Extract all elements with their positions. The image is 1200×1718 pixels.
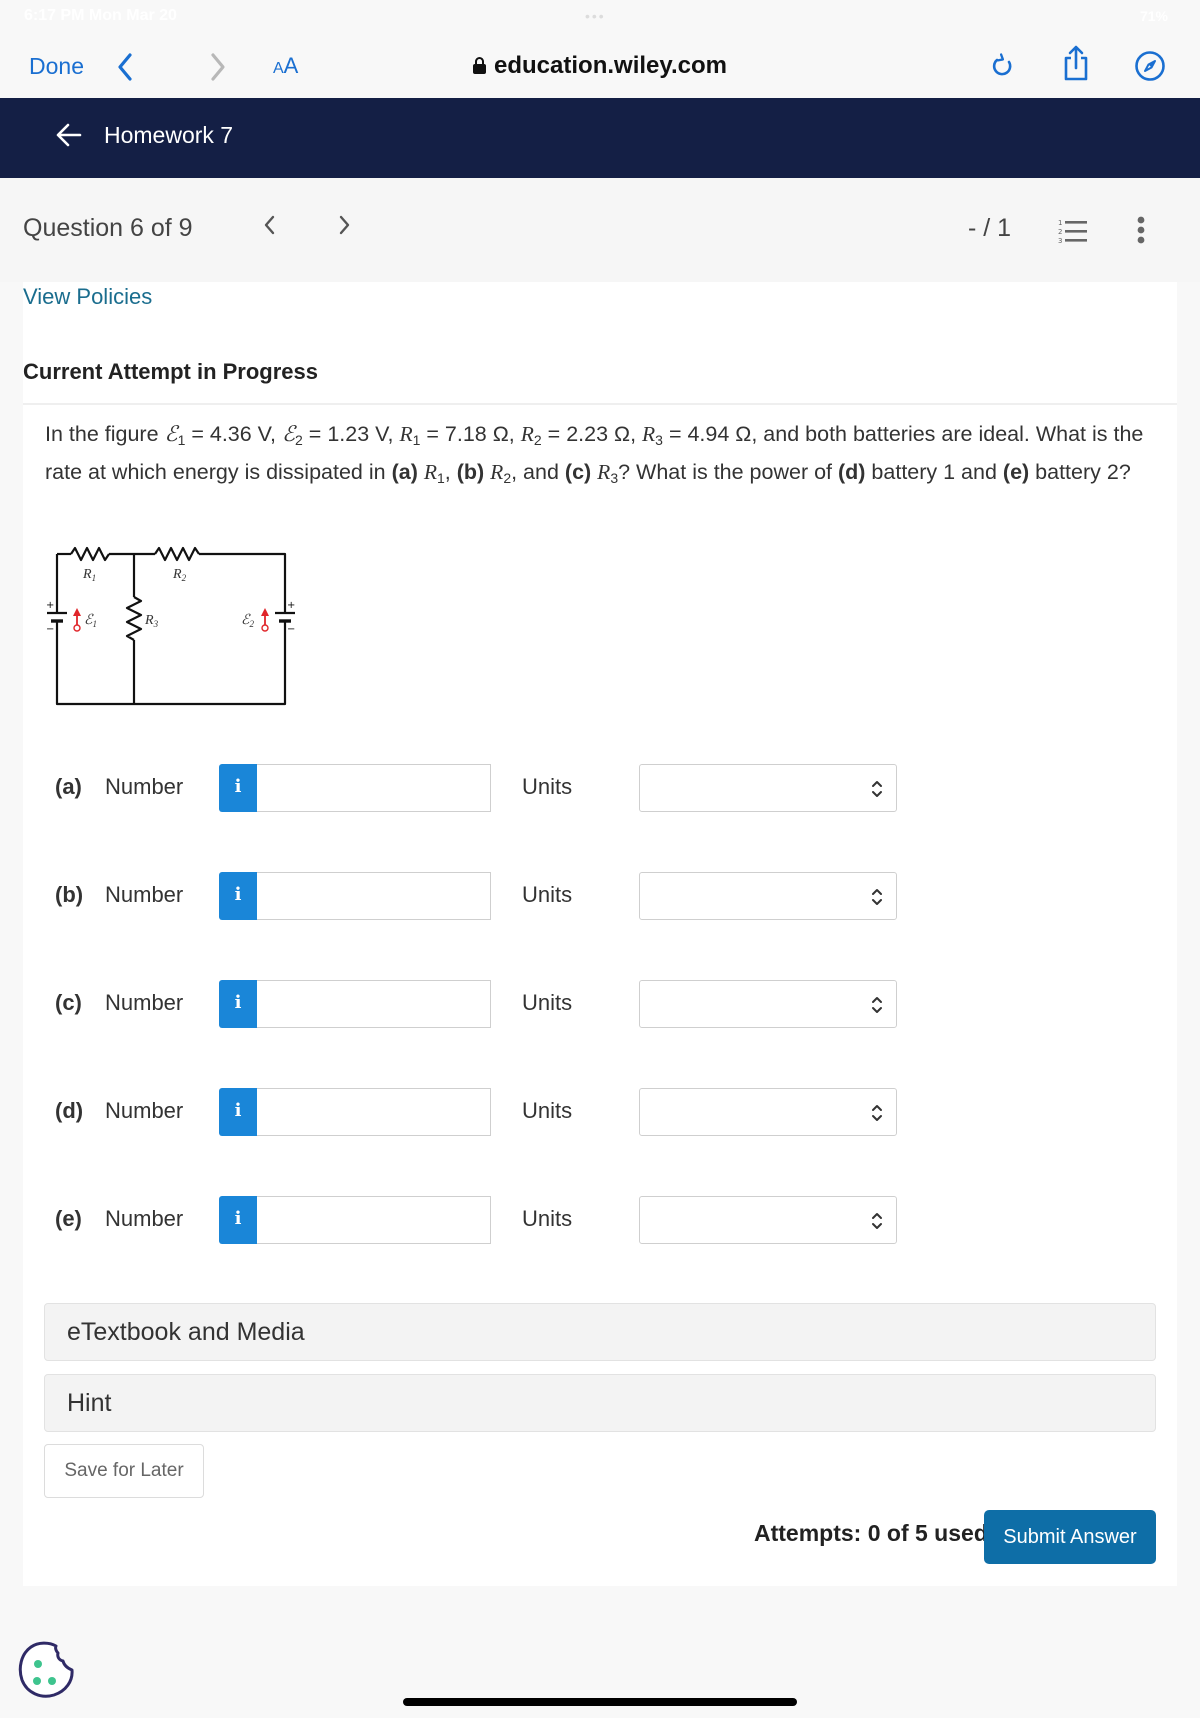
answer-row-b: (b) Number i Units bbox=[55, 872, 897, 920]
battery-1-minus: − bbox=[46, 624, 54, 635]
units-select-c[interactable] bbox=[639, 980, 897, 1028]
previous-question-button[interactable] bbox=[262, 214, 276, 243]
units-label: Units bbox=[522, 882, 573, 907]
cookie-icon[interactable] bbox=[16, 1640, 78, 1702]
submit-answer-button[interactable]: Submit Answer bbox=[984, 1510, 1156, 1564]
url-text: education.wiley.com bbox=[494, 52, 727, 79]
question-card: View Policies Current Attempt in Progres… bbox=[23, 282, 1177, 1586]
label-r3: R3 bbox=[144, 613, 159, 629]
question-score: - / 1 bbox=[968, 214, 1012, 242]
units-select-d[interactable] bbox=[639, 1088, 897, 1136]
wire-top-right bbox=[199, 552, 287, 612]
label-emf2: ℰ2 bbox=[241, 613, 254, 629]
info-icon[interactable]: i bbox=[219, 1196, 257, 1244]
arrow-left-icon[interactable] bbox=[56, 120, 82, 150]
number-input-c[interactable] bbox=[257, 980, 491, 1028]
attempts-counter: Attempts: 0 of 5 used bbox=[754, 1520, 988, 1546]
number-input-e[interactable] bbox=[257, 1196, 491, 1244]
answer-row-d: (d) Number i Units bbox=[55, 1088, 897, 1136]
answer-row-e: (e) Number i Units bbox=[55, 1196, 897, 1244]
part-label: (b) bbox=[55, 882, 84, 907]
divider bbox=[23, 403, 1177, 405]
select-arrows-icon bbox=[872, 1213, 882, 1229]
browser-toolbar: Done AA education.wiley.com bbox=[0, 34, 1200, 98]
part-label: (e) bbox=[55, 1206, 82, 1231]
battery-1-plus: + bbox=[46, 600, 54, 611]
answer-row-c: (c) Number i Units bbox=[55, 980, 897, 1028]
question-nav-bar: Question 6 of 9 - / 1 1 2 3 bbox=[0, 178, 1200, 282]
number-label: Number bbox=[105, 882, 184, 907]
wire-right-lower bbox=[55, 628, 287, 706]
more-vertical-icon[interactable] bbox=[1136, 216, 1146, 246]
next-question-button[interactable] bbox=[338, 214, 352, 243]
select-arrows-icon bbox=[872, 781, 882, 797]
units-label: Units bbox=[522, 990, 573, 1015]
units-label: Units bbox=[522, 774, 573, 799]
battery-2-plus: + bbox=[287, 600, 295, 611]
share-icon[interactable] bbox=[1060, 44, 1092, 82]
number-label: Number bbox=[105, 774, 184, 799]
units-select-e[interactable] bbox=[639, 1196, 897, 1244]
hint-label: Hint bbox=[67, 1389, 112, 1417]
select-arrows-icon bbox=[872, 889, 882, 905]
attempt-status-heading: Current Attempt in Progress bbox=[23, 359, 319, 384]
number-input-b[interactable] bbox=[257, 872, 491, 920]
chevron-right-icon bbox=[339, 215, 350, 235]
info-icon[interactable]: i bbox=[219, 1088, 257, 1136]
units-select-a[interactable] bbox=[639, 764, 897, 812]
save-for-later-button[interactable]: Save for Later bbox=[44, 1444, 204, 1498]
emf-2-arrow bbox=[261, 608, 269, 632]
reload-icon[interactable] bbox=[987, 50, 1019, 82]
units-label: Units bbox=[522, 1098, 573, 1123]
number-label: Number bbox=[105, 1206, 184, 1231]
view-policies-link[interactable]: View Policies bbox=[23, 284, 152, 310]
compass-icon[interactable] bbox=[1134, 50, 1166, 82]
units-label: Units bbox=[522, 1206, 573, 1231]
multitasking-dots-icon[interactable]: ••• bbox=[585, 8, 606, 24]
svg-text:1: 1 bbox=[1058, 219, 1062, 227]
label-r2: R2 bbox=[172, 567, 187, 583]
lock-icon bbox=[473, 57, 487, 74]
app-header: Homework 7 bbox=[0, 98, 1200, 178]
battery-status: 71% bbox=[1139, 8, 1168, 24]
hint-panel[interactable]: Hint bbox=[44, 1374, 1156, 1432]
address-bar[interactable]: education.wiley.com bbox=[0, 48, 1200, 84]
svg-text:3: 3 bbox=[1058, 237, 1062, 244]
question-text: In the figure ℰ1 = 4.36 V, ℰ2 = 1.23 V, … bbox=[45, 422, 1144, 486]
info-icon[interactable]: i bbox=[219, 872, 257, 920]
etextbook-media-label: eTextbook and Media bbox=[67, 1318, 305, 1346]
circuit-diagram: + − + − R1 R2 R3 ℰ1 ℰ2 bbox=[46, 546, 295, 706]
svg-text:2: 2 bbox=[1058, 228, 1062, 236]
number-label: Number bbox=[105, 1098, 184, 1123]
part-label: (a) bbox=[55, 774, 82, 799]
etextbook-media-panel[interactable]: eTextbook and Media bbox=[44, 1303, 1156, 1361]
number-input-a[interactable] bbox=[257, 764, 491, 812]
info-icon[interactable]: i bbox=[219, 764, 257, 812]
label-r1: R1 bbox=[82, 567, 96, 583]
status-bar: 6:17 PM Mon Mar 20 ••• 71% bbox=[0, 0, 1200, 34]
resistor-r3 bbox=[125, 596, 143, 641]
numbered-list-icon[interactable]: 1 2 3 bbox=[1058, 218, 1088, 244]
number-input-d[interactable] bbox=[257, 1088, 491, 1136]
status-time: 6:17 PM Mon Mar 20 bbox=[24, 7, 177, 24]
select-arrows-icon bbox=[872, 997, 882, 1013]
part-label: (c) bbox=[55, 990, 82, 1015]
battery-2-minus: − bbox=[287, 624, 295, 635]
label-emf1: ℰ1 bbox=[84, 613, 97, 629]
resistor-r2 bbox=[154, 546, 200, 562]
number-label: Number bbox=[105, 990, 184, 1015]
info-icon[interactable]: i bbox=[219, 980, 257, 1028]
answer-row-a: (a) Number i Units bbox=[55, 764, 897, 812]
part-label: (d) bbox=[55, 1098, 84, 1123]
question-counter: Question 6 of 9 bbox=[23, 214, 193, 242]
home-indicator[interactable] bbox=[403, 1698, 797, 1706]
assignment-title[interactable]: Homework 7 bbox=[104, 122, 233, 149]
chevron-left-icon bbox=[264, 215, 275, 235]
select-arrows-icon bbox=[872, 1105, 882, 1121]
resistor-r1 bbox=[70, 546, 110, 562]
emf-1-arrow bbox=[73, 608, 81, 632]
units-select-b[interactable] bbox=[639, 872, 897, 920]
